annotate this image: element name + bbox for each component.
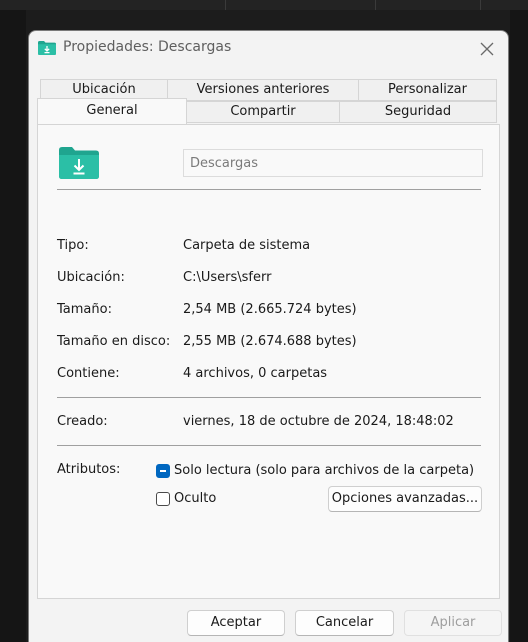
size-value: 2,54 MB (2.665.724 bytes): [183, 302, 357, 317]
separator: [57, 445, 481, 446]
tab-compartir[interactable]: Compartir: [186, 101, 340, 123]
readonly-label[interactable]: Solo lectura (solo para archivos de la c…: [174, 463, 474, 478]
properties-dialog: Propiedades: Descargas Ubicación Version…: [28, 30, 509, 642]
background-divider: [480, 0, 481, 10]
background-divider: [375, 0, 376, 10]
tab-general[interactable]: General: [37, 98, 187, 124]
tab-personalizar[interactable]: Personalizar: [358, 79, 497, 101]
hidden-label[interactable]: Oculto: [174, 491, 216, 506]
background-divider: [225, 0, 226, 10]
close-icon[interactable]: [476, 38, 498, 60]
ok-button[interactable]: Aceptar: [187, 610, 285, 636]
background-taskbar-strip: [0, 0, 528, 10]
folder-download-icon: [38, 41, 56, 55]
created-label: Creado:: [57, 414, 108, 429]
readonly-checkbox[interactable]: [156, 464, 170, 478]
folder-name-field[interactable]: [183, 149, 483, 177]
size-on-disk-value: 2,55 MB (2.674.688 bytes): [183, 334, 357, 349]
tab-seguridad[interactable]: Seguridad: [339, 101, 497, 123]
apply-button[interactable]: Aplicar: [404, 610, 502, 636]
tab-versiones-anteriores[interactable]: Versiones anteriores: [167, 79, 359, 101]
separator: [57, 189, 481, 190]
size-label: Tamaño:: [57, 302, 112, 317]
background-left: [0, 10, 26, 642]
title-bar[interactable]: Propiedades: Descargas: [29, 31, 508, 65]
folder-download-icon: [59, 147, 99, 179]
window-title: Propiedades: Descargas: [63, 39, 232, 55]
size-on-disk-label: Tamaño en disco:: [57, 334, 171, 349]
contains-label: Contiene:: [57, 366, 120, 381]
general-panel: Tipo: Carpeta de sistema Ubicación: C:\U…: [37, 124, 500, 599]
attributes-label: Atributos:: [57, 462, 121, 477]
cancel-button[interactable]: Cancelar: [295, 610, 394, 636]
created-value: viernes, 18 de octubre de 2024, 18:48:02: [183, 414, 454, 429]
advanced-options-button[interactable]: Opciones avanzadas...: [328, 486, 482, 512]
separator: [57, 397, 481, 398]
contains-value: 4 archivos, 0 carpetas: [183, 366, 328, 381]
type-label: Tipo:: [57, 238, 89, 253]
location-label: Ubicación:: [57, 270, 125, 285]
background-right: [510, 10, 528, 642]
type-value: Carpeta de sistema: [183, 238, 311, 253]
hidden-checkbox[interactable]: [156, 492, 170, 506]
location-value: C:\Users\sferr: [183, 270, 272, 285]
